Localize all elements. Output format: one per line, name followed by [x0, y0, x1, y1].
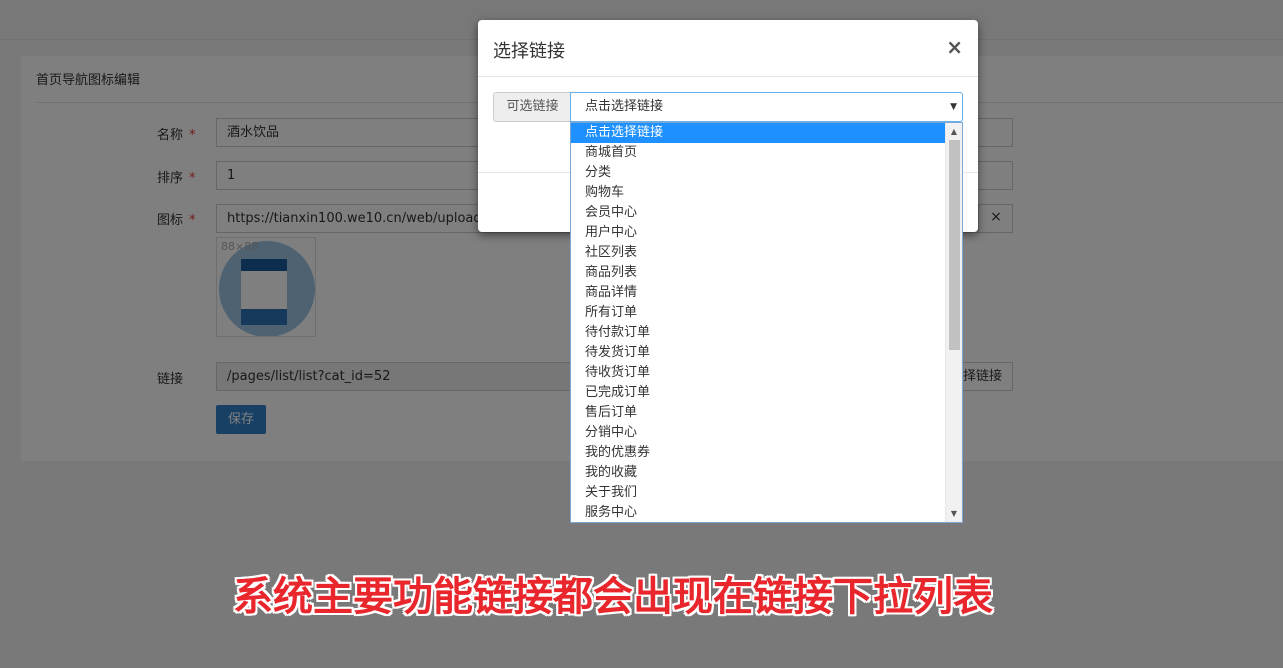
- link-addon-label: 可选链接: [493, 92, 571, 122]
- dropdown-option[interactable]: 商品详情: [571, 283, 946, 303]
- dropdown-option[interactable]: 我的优惠券: [571, 443, 946, 463]
- dropdown-option[interactable]: 会员中心: [571, 203, 946, 223]
- dropdown-option[interactable]: 分销中心: [571, 423, 946, 443]
- dropdown-option[interactable]: 待收货订单: [571, 363, 946, 383]
- dropdown-option[interactable]: 待发货订单: [571, 343, 946, 363]
- link-select[interactable]: 点击选择链接 ▼: [570, 92, 963, 122]
- modal-title: 选择链接: [493, 41, 565, 62]
- dropdown-option[interactable]: 服务中心: [571, 503, 946, 522]
- dropdown-option[interactable]: 购物车: [571, 183, 946, 203]
- caption-overlay: 系统主要功能链接都会出现在链接下拉列表: [233, 574, 993, 620]
- dropdown-option[interactable]: 已完成订单: [571, 383, 946, 403]
- thumb-size-label: 88×88: [221, 240, 259, 253]
- dropdown-option[interactable]: 社区列表: [571, 243, 946, 263]
- dropdown-option[interactable]: 商城首页: [571, 143, 946, 163]
- dropdown-option[interactable]: 我的收藏: [571, 463, 946, 483]
- scroll-up-icon[interactable]: ▲: [946, 123, 962, 140]
- link-dropdown-list[interactable]: 点击选择链接 商城首页 分类 购物车 会员中心 用户中心 社区列表 商品列表 商品详情 所有订单待…: [570, 122, 963, 523]
- dropdown-option[interactable]: 点击选择链接: [571, 123, 946, 143]
- dropdown-option[interactable]: 售后订单: [571, 403, 946, 423]
- scroll-down-icon[interactable]: ▼: [946, 505, 962, 522]
- dropdown-option[interactable]: 所有订单: [571, 303, 946, 323]
- dropdown-option[interactable]: 用户中心: [571, 223, 946, 243]
- close-icon[interactable]: ×: [946, 36, 963, 58]
- dropdown-option[interactable]: 分类: [571, 163, 946, 183]
- dropdown-option[interactable]: 商品列表: [571, 263, 946, 283]
- dropdown-scrollbar[interactable]: ▲ ▼: [945, 123, 962, 522]
- dropdown-option[interactable]: 关于我们: [571, 483, 946, 503]
- chevron-down-icon: ▼: [950, 102, 957, 112]
- link-select-value: 点击选择链接: [585, 99, 664, 114]
- scroll-thumb[interactable]: [949, 140, 960, 350]
- option-list: 点击选择链接 商城首页 分类 购物车 会员中心 用户中心 社区列表 商品列表 商品详情 所有订单待…: [571, 123, 962, 522]
- modal-header: 选择链接 ×: [478, 20, 978, 77]
- dropdown-option[interactable]: 待付款订单: [571, 323, 946, 343]
